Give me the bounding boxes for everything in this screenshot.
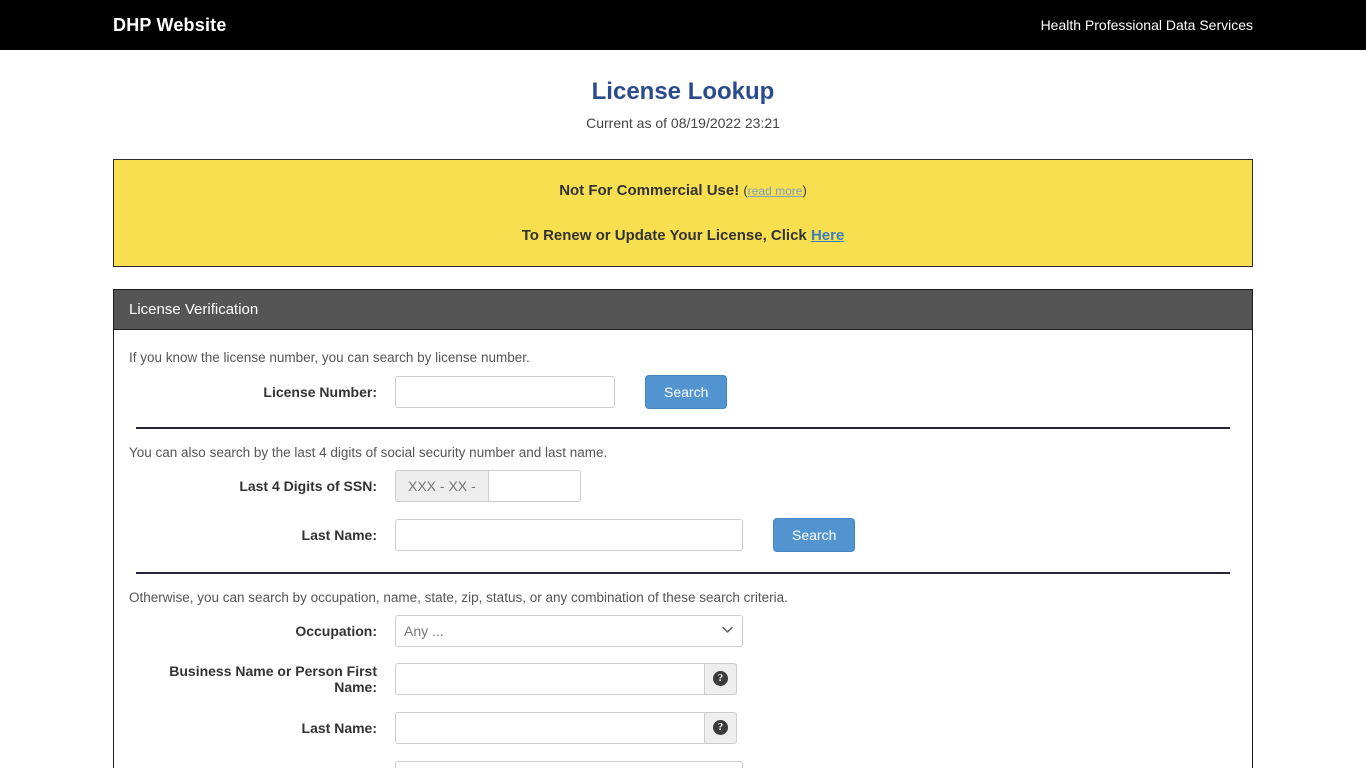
license-number-input[interactable] <box>395 375 615 408</box>
business-name-help-button[interactable]: ? <box>705 662 737 695</box>
section-divider-2 <box>136 571 1230 574</box>
read-more-link[interactable]: read more <box>748 184 803 198</box>
business-name-input[interactable] <box>395 662 705 695</box>
ssn-lastname-label: Last Name: <box>301 526 377 543</box>
ssn-lastname-input[interactable] <box>395 518 743 551</box>
ssn-prefix-addon: XXX - XX - <box>395 469 489 502</box>
business-name-row: Business Name or Person First Name: ? <box>125 662 1241 695</box>
next-field-row-partial <box>125 760 1241 768</box>
ssn-search-hint: You can also search by the last 4 digits… <box>129 444 608 460</box>
panel-body: If you know the license number, you can … <box>114 330 1252 768</box>
not-for-commercial-use-alert: Not For Commercial Use! (read more) To R… <box>113 158 1253 267</box>
alert-commercial-text: Not For Commercial Use! <box>559 181 740 199</box>
panel-heading: License Verification <box>114 289 1252 330</box>
top-navbar: DHP Website Health Professional Data Ser… <box>0 0 1366 50</box>
business-name-control: ? <box>395 662 737 695</box>
criteria-lastname-row: Last Name: ? <box>125 711 1241 744</box>
occupation-select[interactable]: Any ... <box>395 614 743 647</box>
criteria-lastname-input[interactable] <box>395 711 705 744</box>
renew-here-link[interactable]: Here <box>811 227 844 244</box>
alert-line-two: To Renew or Update Your License, Click H… <box>134 227 1232 244</box>
main-container: Not For Commercial Use! (read more) To R… <box>113 158 1253 768</box>
license-number-hint: If you know the license number, you can … <box>129 349 530 365</box>
occupation-select-wrap: Any ... <box>395 614 743 647</box>
renew-license-text: To Renew or Update Your License, Click <box>521 226 811 244</box>
occupation-control: Any ... <box>395 614 743 647</box>
criteria-lastname-help-button[interactable]: ? <box>705 711 737 744</box>
ssn-row: Last 4 Digits of SSN: XXX - XX - <box>125 469 1241 502</box>
license-number-label: License Number: <box>263 383 377 400</box>
question-circle-icon: ? <box>713 671 728 687</box>
criteria-lastname-label: Last Name: <box>301 719 377 736</box>
section-divider-1 <box>136 426 1230 429</box>
license-number-row: License Number: Search <box>125 374 1241 409</box>
criteria-search-hint: Otherwise, you can search by occupation,… <box>129 589 788 605</box>
license-verification-panel: License Verification If you know the lic… <box>113 288 1253 768</box>
alert-line-one: Not For Commercial Use! (read more) <box>134 182 1232 199</box>
criteria-lastname-control: ? <box>395 711 737 744</box>
current-as-of-text: Current as of 08/19/2022 23:21 <box>586 114 780 131</box>
ssn-last4-input[interactable] <box>488 469 581 502</box>
license-number-control: Search <box>395 374 728 409</box>
brand-link[interactable]: DHP Website <box>113 15 227 36</box>
next-field-control <box>395 760 743 768</box>
page-header: License Lookup Current as of 08/19/2022 … <box>0 50 1366 131</box>
question-circle-icon: ? <box>713 720 728 736</box>
ssn-search-button[interactable]: Search <box>773 517 856 552</box>
alert-paren-close: ) <box>802 182 807 198</box>
occupation-row: Occupation: Any ... <box>125 614 1241 647</box>
ssn-lastname-row: Last Name: Search <box>125 517 1241 552</box>
ssn-control: XXX - XX - <box>395 469 581 502</box>
business-name-label: Business Name or Person First Name: <box>169 662 377 695</box>
nav-right-label[interactable]: Health Professional Data Services <box>1041 17 1253 33</box>
next-field-input[interactable] <box>395 760 743 768</box>
license-number-search-button[interactable]: Search <box>645 374 728 409</box>
page-title: License Lookup <box>591 78 775 105</box>
ssn-label: Last 4 Digits of SSN: <box>239 477 377 494</box>
occupation-label: Occupation: <box>295 622 377 639</box>
ssn-lastname-control: Search <box>395 517 856 552</box>
